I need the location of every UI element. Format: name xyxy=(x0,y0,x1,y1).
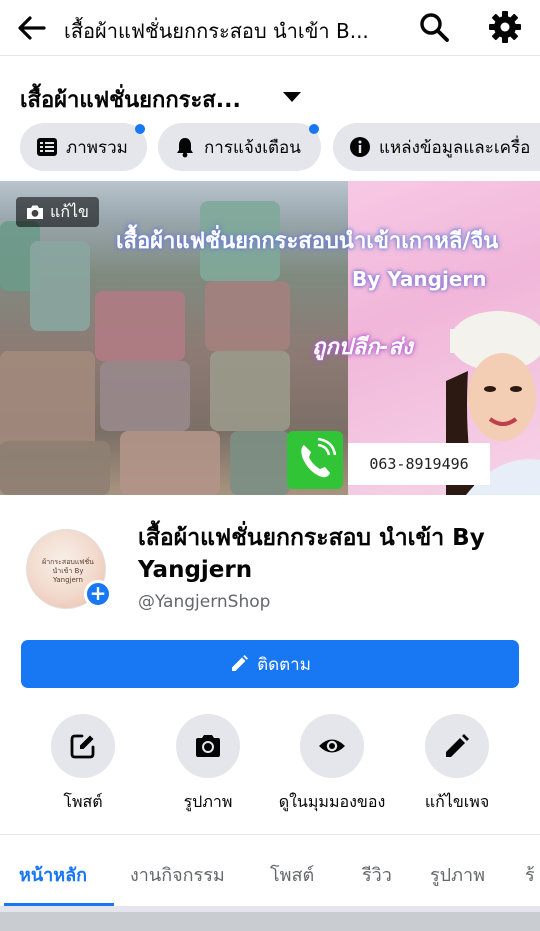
bell-icon xyxy=(177,138,193,158)
edit-cover-label: แก้ไข xyxy=(50,201,89,221)
chip-label: การแจ้งเตือน xyxy=(204,137,301,158)
tab-events[interactable]: งานกิจกรรม xyxy=(130,860,225,889)
view-as-action-label: ดูในมุมมองของ xyxy=(278,792,386,811)
cover-phone-number: 063-8919496 xyxy=(348,443,490,485)
view-as-action-circle[interactable] xyxy=(300,714,364,778)
search-icon[interactable] xyxy=(416,9,452,45)
chip-notifications[interactable]: การแจ้งเตือน xyxy=(158,123,321,171)
post-action[interactable]: โพสต์ xyxy=(21,714,145,815)
bale xyxy=(230,431,290,495)
bale xyxy=(120,431,220,495)
follow-button[interactable]: ติดตาม xyxy=(21,640,519,688)
gear-icon[interactable] xyxy=(486,8,524,46)
tab-shop[interactable]: ร้ xyxy=(525,860,535,889)
edit-page-action-label: แก้ไขเพจ xyxy=(424,792,490,811)
bale xyxy=(30,241,90,331)
chip-overview[interactable]: ภาพรวม xyxy=(20,123,147,171)
tab-photos[interactable]: รูปภาพ xyxy=(430,860,485,889)
page-handle: @YangjernShop xyxy=(138,592,271,612)
chip-resources-tools[interactable]: แหล่งข้อมูลและเครื่อ xyxy=(333,123,540,171)
notification-dot xyxy=(135,124,145,134)
page-tabs: หน้าหลัก งานกิจกรรม โพสต์ รีวิว รูปภาพ ร… xyxy=(0,850,540,902)
eye-icon xyxy=(319,739,345,753)
bale xyxy=(100,361,190,431)
bale xyxy=(0,351,95,451)
chip-label: แหล่งข้อมูลและเครื่อ xyxy=(379,137,531,158)
tab-reviews[interactable]: รีวิว xyxy=(362,860,392,889)
cover-sub-text: ถูกปลีก-ส่ง xyxy=(312,335,413,360)
post-action-circle[interactable] xyxy=(51,714,115,778)
section-separator xyxy=(0,906,540,931)
tab-posts[interactable]: โพสต์ xyxy=(270,860,314,889)
back-arrow-icon[interactable] xyxy=(14,10,50,46)
camera-icon xyxy=(196,735,220,757)
view-as-action[interactable]: ดูในมุมมองของ xyxy=(270,714,394,815)
post-action-label: โพสต์ xyxy=(63,792,103,811)
tab-home[interactable]: หน้าหลัก xyxy=(19,860,87,889)
action-row: โพสต์ รูปภาพ ดูในมุมมองของ แก้ไขเพจ xyxy=(0,714,540,814)
photo-action-label: รูปภาพ xyxy=(183,792,233,811)
bale xyxy=(210,351,290,431)
cover-banner-text: เสื้อผ้าแฟชั่นยกกระสอบนำเข้าเกาหลี/จีน xyxy=(116,229,499,254)
page-title: เสื้อผ้าแฟชั่นยกกระสอบ นำเข้า By Yangjer… xyxy=(138,525,485,583)
edit-page-action-circle[interactable] xyxy=(425,714,489,778)
bale xyxy=(205,281,290,351)
caret-down-icon[interactable] xyxy=(282,90,302,104)
pencil-icon xyxy=(446,734,469,757)
edit-cover-button[interactable]: แก้ไข xyxy=(16,197,99,227)
bale xyxy=(0,441,110,495)
info-icon xyxy=(350,137,370,157)
overview-list-icon xyxy=(37,138,57,156)
notification-dot xyxy=(309,124,319,134)
compose-icon xyxy=(70,734,95,759)
photo-action-circle[interactable] xyxy=(176,714,240,778)
edit-page-action[interactable]: แก้ไขเพจ xyxy=(395,714,519,815)
page-title-bar: เสื้อผ้าแฟชั่นยกกระสอบ นำเข้า B... xyxy=(64,19,369,43)
cover-by-text: By Yangjern xyxy=(352,267,487,291)
chip-label: ภาพรวม xyxy=(66,137,128,158)
bale xyxy=(95,291,185,361)
chip-row: ภาพรวม การแจ้งเตือน แหล่งข้อมูลและเครื่อ xyxy=(0,123,540,171)
top-app-bar: เสื้อผ้าแฟชั่นยกกระสอบ นำเข้า B... xyxy=(0,0,540,56)
add-profile-photo-button[interactable]: + xyxy=(84,580,112,608)
cover-photo[interactable]: เสื้อผ้าแฟชั่นยกกระสอบนำเข้าเกาหลี/จีน B… xyxy=(0,181,540,495)
page-name-switcher[interactable]: เสื้อผ้าแฟชั่นยกกระส... xyxy=(20,82,241,117)
follow-label: ติดตาม xyxy=(257,654,311,675)
pencil-icon xyxy=(232,655,249,671)
camera-icon xyxy=(27,205,43,219)
photo-action[interactable]: รูปภาพ xyxy=(146,714,270,815)
divider xyxy=(0,834,540,835)
phone-call-icon xyxy=(287,431,343,489)
